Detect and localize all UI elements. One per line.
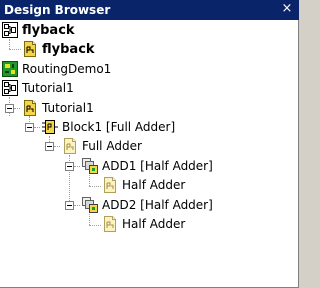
tree-item-label: Full Adder bbox=[82, 139, 142, 153]
collapse-toggle[interactable] bbox=[25, 123, 34, 132]
tree-item-full-adder-page[interactable]: Full Adder bbox=[0, 137, 299, 156]
tree-item-label: flyback bbox=[22, 23, 75, 38]
collapse-toggle[interactable] bbox=[65, 201, 74, 210]
tree-item-label: Tutorial1 bbox=[42, 101, 94, 115]
tree-item-label: Tutorial1 bbox=[22, 81, 74, 95]
tree-item-block1[interactable]: Block1 [Full Adder] bbox=[0, 118, 299, 137]
tree-item-flyback-page[interactable]: flyback bbox=[0, 40, 299, 59]
collapse-toggle[interactable] bbox=[65, 162, 74, 171]
tree-item-label: RoutingDemo1 bbox=[22, 62, 112, 76]
collapse-toggle[interactable] bbox=[5, 104, 14, 113]
design-tree: flyback flyback RoutingDemo1 Tutorial1 T… bbox=[0, 20, 299, 288]
window-title: Design Browser bbox=[4, 3, 111, 17]
tree-item-add2[interactable]: ADD2 [Half Adder] bbox=[0, 196, 299, 215]
tree-item-routingdemo1[interactable]: RoutingDemo1 bbox=[0, 60, 299, 79]
tree-item-label: ADD1 [Half Adder] bbox=[102, 159, 213, 173]
tree-item-flyback-design[interactable]: flyback bbox=[0, 21, 299, 40]
collapse-toggle[interactable] bbox=[45, 142, 54, 151]
tree-item-label: Half Adder bbox=[122, 178, 186, 192]
schematic-page-icon bbox=[22, 100, 38, 116]
schematic-page-icon bbox=[22, 41, 38, 57]
hierarchical-component-icon bbox=[82, 197, 98, 213]
tree-item-half-adder-2[interactable]: Half Adder bbox=[0, 215, 299, 234]
block-component-icon bbox=[42, 119, 58, 135]
hierarchical-component-icon bbox=[82, 158, 98, 174]
tree-item-add1[interactable]: ADD1 [Half Adder] bbox=[0, 157, 299, 176]
schematic-page-icon bbox=[102, 177, 118, 193]
design-browser-panel: Design Browser × flyback flyback Routing… bbox=[0, 0, 299, 288]
green-chip-icon bbox=[2, 61, 18, 77]
tree-item-label: ADD2 [Half Adder] bbox=[102, 198, 213, 212]
tree-item-tutorial1-page[interactable]: Tutorial1 bbox=[0, 99, 299, 118]
tree-item-label: Half Adder bbox=[122, 217, 186, 231]
tree-item-label: flyback bbox=[42, 42, 95, 57]
tree-item-half-adder-1[interactable]: Half Adder bbox=[0, 176, 299, 195]
design-block-icon bbox=[2, 80, 18, 96]
tree-item-label: Block1 [Full Adder] bbox=[62, 120, 176, 134]
schematic-page-icon bbox=[102, 216, 118, 232]
title-bar: Design Browser × bbox=[0, 0, 299, 20]
schematic-page-icon bbox=[62, 138, 78, 154]
close-button[interactable]: × bbox=[279, 1, 295, 17]
design-block-icon bbox=[2, 22, 18, 38]
tree-item-tutorial1-design[interactable]: Tutorial1 bbox=[0, 79, 299, 98]
